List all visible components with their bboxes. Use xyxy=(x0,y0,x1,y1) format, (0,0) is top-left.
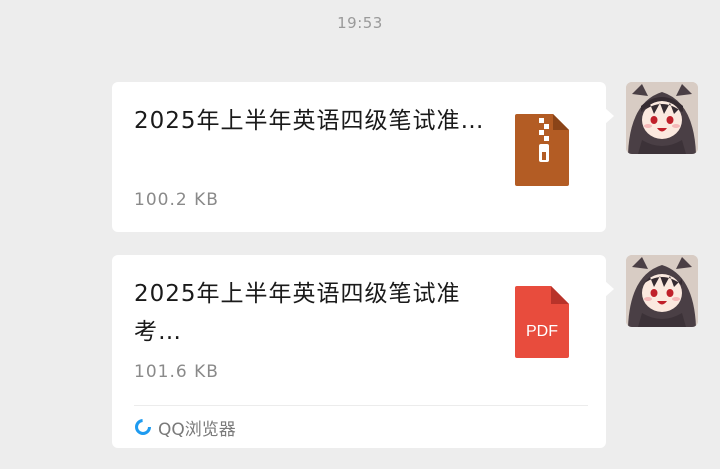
bubble-tail xyxy=(605,108,614,124)
file-name: 2025年上半年英语四级笔试准考… xyxy=(134,281,461,345)
source-app-label: QQ浏览器 xyxy=(158,419,236,440)
file-message-bubble[interactable]: 2025年上半年英语四级笔试准考… 101.6 KB PDF QQ浏览器 xyxy=(112,255,614,448)
bubble-tail xyxy=(605,281,614,297)
avatar-anime-girl-icon xyxy=(626,255,698,327)
avatar[interactable] xyxy=(626,255,698,327)
pdf-file-icon: PDF xyxy=(515,286,569,358)
avatar-anime-girl-icon xyxy=(626,82,698,154)
file-size: 101.6 KB xyxy=(134,362,219,382)
divider xyxy=(134,405,588,406)
source-app-row[interactable]: QQ浏览器 xyxy=(134,415,236,440)
avatar[interactable] xyxy=(626,82,698,154)
file-name: 2025年上半年英语四级笔试准… xyxy=(134,108,485,134)
file-size: 100.2 KB xyxy=(134,190,219,210)
timestamp: 19:53 xyxy=(337,14,383,32)
pdf-label: PDF xyxy=(526,323,558,340)
qq-browser-icon xyxy=(135,419,151,435)
zip-file-icon xyxy=(515,114,569,186)
file-message-bubble[interactable]: 2025年上半年英语四级笔试准… 100.2 KB xyxy=(112,82,614,232)
